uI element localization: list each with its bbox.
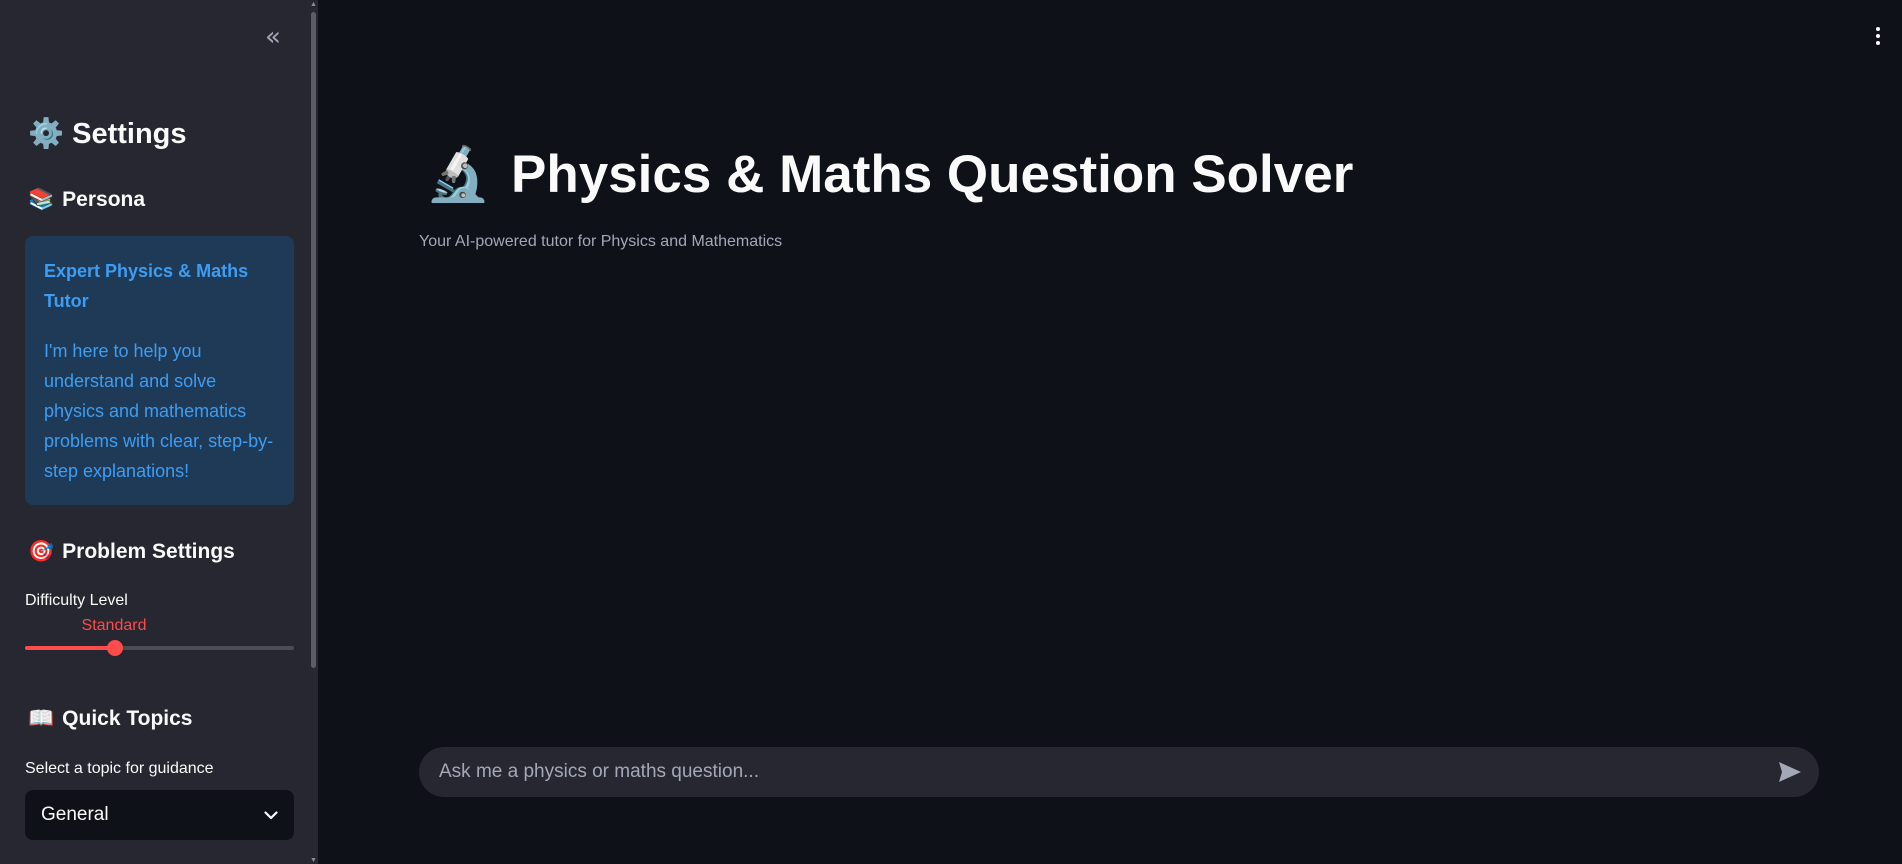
difficulty-value: Standard [81, 617, 147, 634]
settings-heading: ⚙️ Settings [28, 117, 187, 151]
chevron-down-icon [264, 810, 278, 820]
double-chevron-left-icon: « [265, 22, 281, 52]
topic-select-label: Select a topic for guidance [25, 760, 214, 777]
gear-icon: ⚙️ [28, 118, 65, 150]
persona-card-title: Expert Physics & Maths Tutor [44, 261, 249, 311]
collapse-sidebar-button[interactable]: « [258, 22, 288, 52]
books-icon: 📚 [28, 188, 55, 211]
kebab-dot [1876, 41, 1880, 45]
persona-heading-text: Persona [62, 188, 146, 211]
page-title-text: Physics & Maths Question Solver [511, 144, 1354, 204]
settings-heading-text: Settings [72, 117, 187, 150]
quick-topics-heading: 📖 Quick Topics [28, 707, 192, 731]
topic-select-value: General [41, 804, 109, 825]
quick-topics-heading-text: Quick Topics [62, 707, 193, 730]
scroll-down-arrow-icon[interactable]: ▼ [309, 856, 318, 864]
kebab-menu-icon [1876, 27, 1880, 31]
open-book-icon: 📖 [28, 707, 55, 730]
main-menu-button[interactable] [1868, 22, 1888, 50]
microscope-icon: 🔬 [425, 145, 491, 204]
persona-heading: 📚 Persona [28, 188, 145, 212]
persona-info-card: Expert Physics & Maths Tutor I'm here to… [25, 236, 294, 505]
page-subtitle: Your AI-powered tutor for Physics and Ma… [419, 233, 783, 250]
chat-input-bar [419, 747, 1819, 797]
topic-select[interactable]: General [25, 790, 294, 840]
page-title: 🔬 Physics & Maths Question Solver [425, 143, 1353, 205]
send-icon [1779, 762, 1801, 782]
chat-input[interactable] [439, 761, 1739, 783]
persona-card-text: I'm here to help you understand and solv… [44, 341, 274, 481]
kebab-dot [1876, 34, 1880, 38]
difficulty-slider-fill [25, 646, 115, 650]
sidebar-scrollbar-thumb[interactable] [311, 12, 316, 668]
problem-settings-heading-text: Problem Settings [62, 540, 235, 563]
problem-settings-heading: 🎯 Problem Settings [28, 540, 235, 564]
scroll-up-arrow-icon[interactable]: ▲ [309, 0, 318, 8]
sidebar: « ⚙️ Settings 📚 Persona Expert Physics &… [0, 0, 318, 864]
send-button[interactable] [1773, 755, 1807, 789]
difficulty-slider-thumb[interactable] [106, 640, 123, 656]
target-icon: 🎯 [28, 540, 55, 563]
sidebar-scrollbar[interactable]: ▲ ▼ [309, 0, 318, 864]
difficulty-slider[interactable] [25, 640, 294, 656]
difficulty-label: Difficulty Level [25, 592, 128, 609]
